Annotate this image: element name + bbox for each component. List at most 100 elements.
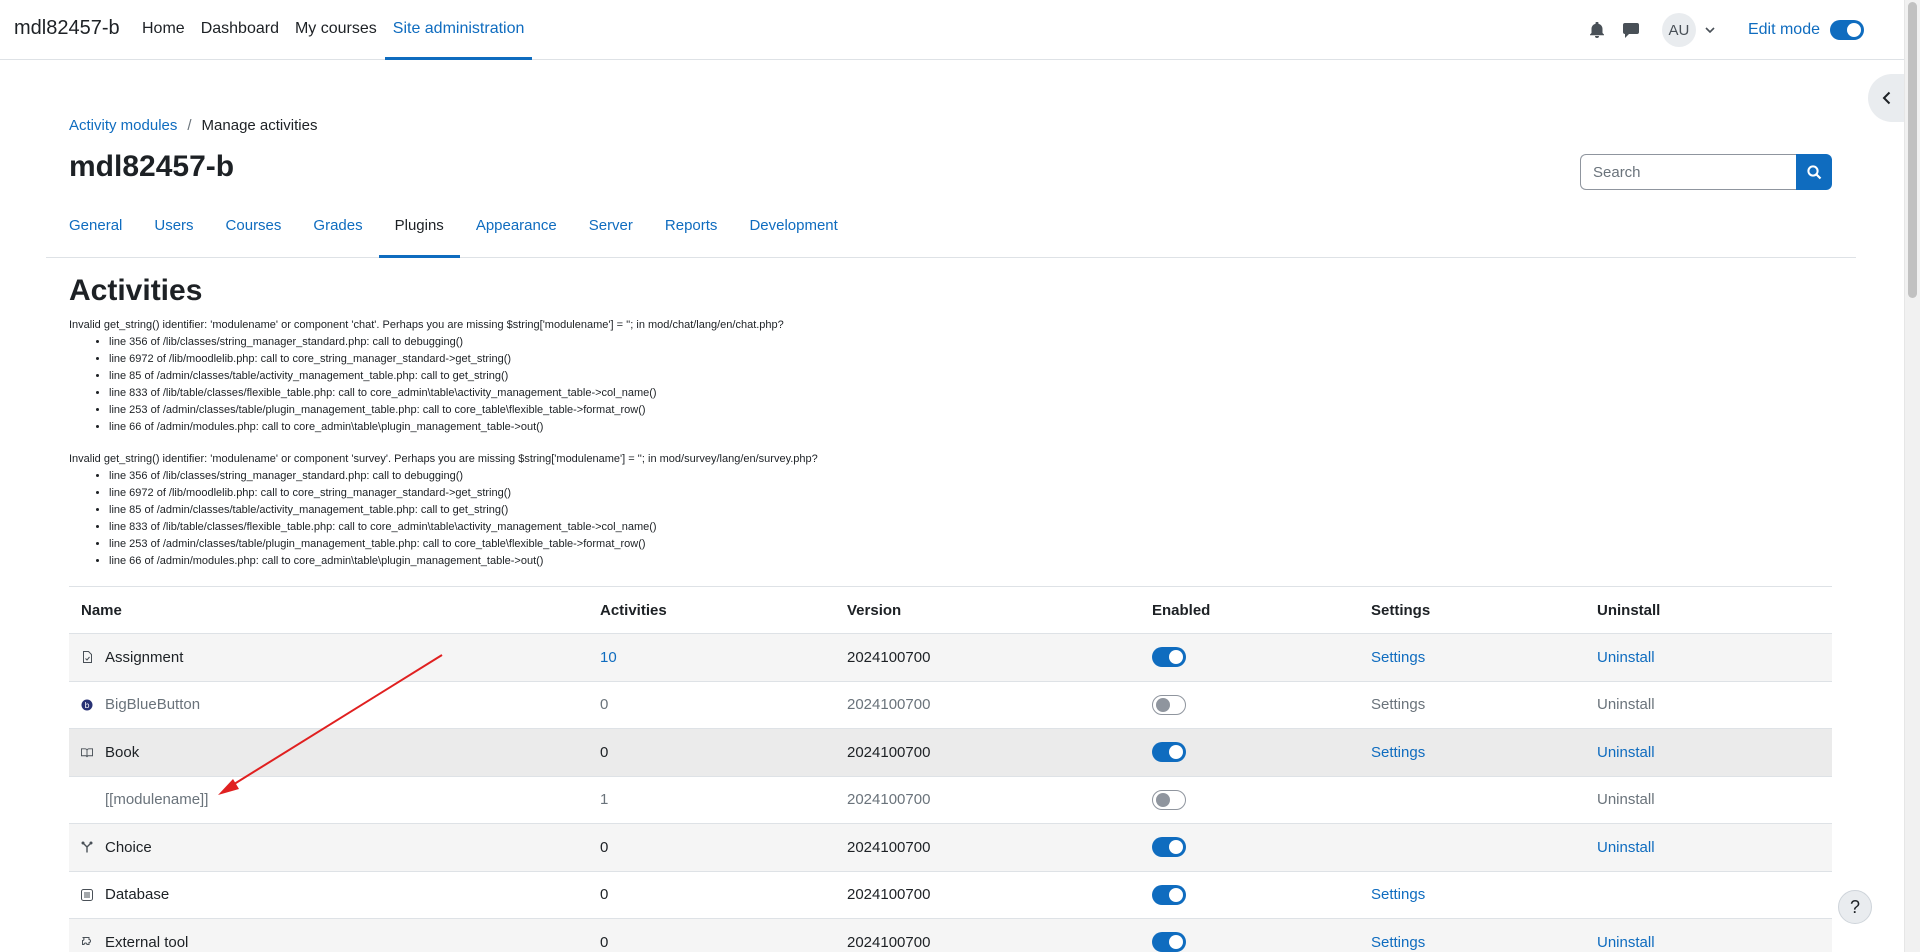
module-version: 2024100700 (847, 933, 931, 951)
section-heading: Activities (69, 274, 203, 307)
tab-appearance[interactable]: Appearance (460, 210, 573, 258)
edit-mode-label: Edit mode (1747, 21, 1820, 38)
tab-courses[interactable]: Courses (210, 210, 298, 258)
backtrace-line: line 6972 of /lib/moodlelib.php: call to… (109, 485, 818, 502)
uninstall-link: Uninstall (1597, 791, 1655, 809)
tab-server[interactable]: Server (573, 210, 649, 258)
debug-backtrace: line 356 of /lib/classes/string_manager_… (109, 468, 818, 570)
settings-link[interactable]: Settings (1371, 934, 1597, 951)
external-tool-icon (81, 936, 93, 948)
enable-module-toggle[interactable] (1152, 789, 1186, 810)
activities-count: 0 (600, 838, 609, 856)
settings-link[interactable]: Settings (1371, 744, 1597, 761)
help-button[interactable]: ? (1838, 890, 1872, 924)
module-name-cell: Choice (69, 839, 600, 856)
primary-nav-home[interactable]: Home (134, 0, 193, 60)
settings-link: Settings (1371, 696, 1426, 714)
debug-backtrace: line 356 of /lib/classes/string_manager_… (109, 334, 784, 436)
activities-count: 1 (600, 791, 609, 809)
tab-grades[interactable]: Grades (297, 210, 378, 258)
module-name-cell: Assignment (69, 649, 600, 666)
breadcrumb-separator: / (187, 117, 192, 134)
uninstall-link[interactable]: Uninstall (1597, 744, 1832, 761)
column-header-name: Name (81, 601, 122, 619)
breadcrumb-activity-modules[interactable]: Activity modules (69, 117, 177, 134)
module-name: [[modulename]] (105, 791, 209, 809)
scrollbar-thumb[interactable] (1908, 2, 1917, 298)
activity-modules-table: Name Activities Version Enabled Settings Unin… (69, 586, 1832, 952)
enable-module-toggle[interactable] (1152, 742, 1186, 763)
primary-nav-site-administration[interactable]: Site administration (384, 0, 533, 60)
module-name: BigBlueButton (105, 696, 201, 714)
enable-module-toggle[interactable] (1152, 694, 1186, 715)
module-name: Choice (105, 838, 152, 856)
activities-count: 0 (600, 933, 609, 951)
activities-count[interactable]: 10 (600, 649, 847, 666)
backtrace-line: line 253 of /admin/classes/table/plugin_… (109, 402, 784, 419)
activities-count: 0 (600, 743, 609, 761)
edit-mode-control: Edit mode (1748, 20, 1864, 40)
user-avatar[interactable]: AU (1661, 13, 1696, 47)
table-row: b BigBlueButton 0 2024100700 Settings Uninsta… (69, 682, 1832, 729)
settings-link[interactable]: Settings (1371, 886, 1597, 903)
notifications-bell-icon[interactable] (1580, 13, 1614, 47)
module-version: 2024100700 (847, 648, 931, 666)
backtrace-line: line 85 of /admin/classes/table/activity… (109, 368, 784, 385)
debug-message-text: Invalid get_string() identifier: 'module… (69, 453, 818, 465)
backtrace-line: line 85 of /admin/classes/table/activity… (109, 502, 818, 519)
toggle-knob (1156, 792, 1170, 807)
uninstall-link: Uninstall (1597, 696, 1655, 714)
choice-icon (81, 841, 93, 853)
edit-mode-toggle[interactable] (1830, 20, 1864, 40)
table-body: Assignment 10 2024100700 Settings Uninstall b… (69, 634, 1832, 952)
toggle-knob (1156, 697, 1170, 712)
backtrace-line: line 66 of /admin/modules.php: call to c… (109, 553, 818, 570)
module-name-cell: [[modulename]] (69, 791, 600, 808)
blank-icon (81, 794, 93, 806)
module-name: External tool (105, 933, 189, 951)
uninstall-link[interactable]: Uninstall (1597, 839, 1832, 856)
enable-module-toggle[interactable] (1152, 884, 1186, 905)
enable-module-toggle[interactable] (1152, 932, 1186, 952)
search-input[interactable] (1580, 154, 1796, 190)
toggle-knob (1169, 840, 1183, 855)
user-menu-chevron-down-icon[interactable] (1700, 27, 1720, 33)
backtrace-line: line 6972 of /lib/moodlelib.php: call to… (109, 351, 784, 368)
enabled-cell (1152, 647, 1371, 668)
enabled-cell (1152, 694, 1371, 715)
admin-secondary-navigation: General Users Courses Grades Plugins Appearan… (46, 210, 1856, 258)
bigbluebutton-icon: b (81, 699, 93, 711)
messages-icon[interactable] (1614, 13, 1648, 47)
uninstall-link[interactable]: Uninstall (1597, 934, 1832, 951)
column-header-version: Version (847, 601, 902, 619)
backtrace-line: line 833 of /lib/table/classes/flexible_… (109, 519, 818, 536)
tab-general[interactable]: General (53, 210, 138, 258)
primary-nav-dashboard[interactable]: Dashboard (193, 0, 287, 60)
module-version: 2024100700 (847, 696, 931, 714)
database-icon (81, 888, 93, 901)
module-name-cell: b BigBlueButton (69, 696, 600, 713)
open-drawer-button[interactable] (1868, 74, 1904, 122)
module-version: 2024100700 (847, 791, 931, 809)
enabled-cell (1152, 742, 1371, 763)
breadcrumb: Activity modules / Manage activities (69, 117, 317, 134)
page-scrollbar[interactable] (1904, 0, 1920, 952)
activities-count: 0 (600, 886, 609, 904)
primary-nav-my-courses[interactable]: My courses (287, 0, 385, 60)
search-button[interactable] (1796, 154, 1832, 190)
enable-module-toggle[interactable] (1152, 647, 1186, 668)
site-brand[interactable]: mdl82457-b (14, 17, 120, 40)
breadcrumb-current: Manage activities (201, 117, 318, 134)
uninstall-link[interactable]: Uninstall (1597, 649, 1832, 666)
tab-users[interactable]: Users (138, 210, 209, 258)
tab-reports[interactable]: Reports (649, 210, 734, 258)
module-name-cell: Book (69, 744, 600, 761)
enable-module-toggle[interactable] (1152, 837, 1186, 858)
settings-link[interactable]: Settings (1371, 649, 1597, 666)
table-row: Database 0 2024100700 Settings (69, 872, 1832, 919)
toggle-knob (1169, 745, 1183, 760)
tab-plugins[interactable]: Plugins (378, 210, 460, 258)
chevron-left-icon (1882, 91, 1890, 105)
module-name: Database (105, 886, 170, 904)
tab-development[interactable]: Development (733, 210, 853, 258)
